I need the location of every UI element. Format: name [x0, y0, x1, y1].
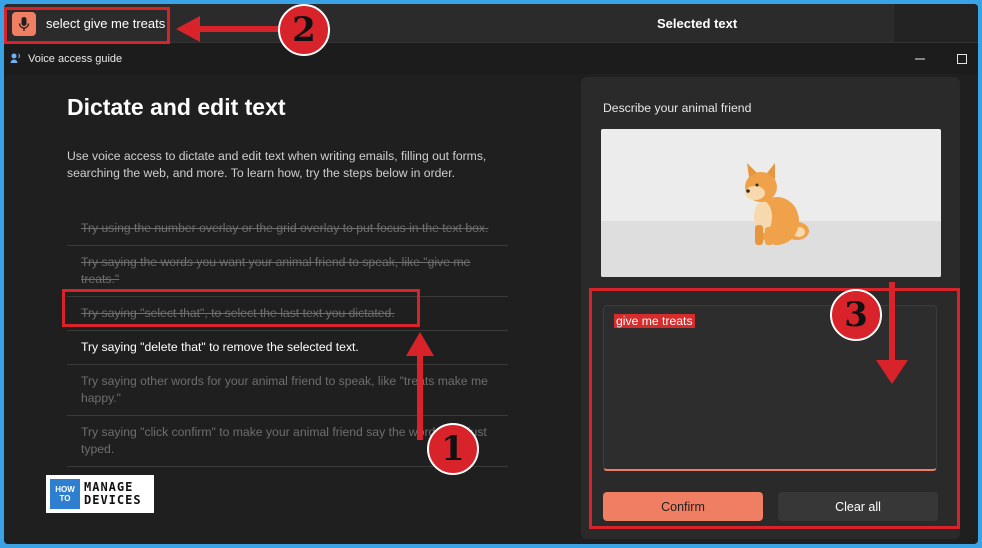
animal-picture — [601, 129, 941, 277]
voice-access-icon — [10, 53, 20, 63]
window-title: Voice access guide — [28, 53, 123, 65]
annotation-badge-1: 1 — [427, 423, 479, 475]
annotation-badge-3: 3 — [830, 289, 882, 341]
guide-content: Dictate and edit text Use voice access t… — [4, 74, 579, 544]
selected-text: give me treats — [614, 314, 695, 328]
clear-all-button[interactable]: Clear all — [778, 492, 938, 521]
step-item: Try saying other words for your animal f… — [67, 365, 508, 416]
maximize-button[interactable] — [954, 51, 970, 67]
shiba-dog-illustration — [745, 163, 809, 245]
logo-to: TO — [59, 494, 71, 503]
voice-status-title: Selected text — [657, 16, 738, 31]
confirm-button[interactable]: Confirm — [603, 492, 763, 521]
app-frame: select give me treats Selected text Voic… — [4, 4, 978, 544]
page-title: Dictate and edit text — [67, 94, 286, 120]
microphone-icon — [18, 17, 30, 31]
logo-devices: DEVICES — [84, 493, 142, 507]
step-item: Try saying "select that", to select the … — [67, 297, 508, 331]
voice-bar-right-area — [894, 4, 978, 42]
minimize-button[interactable] — [912, 51, 928, 67]
voice-command-text: select give me treats — [46, 16, 166, 31]
maximize-icon — [957, 54, 967, 64]
voice-access-bar: select give me treats Selected text — [4, 4, 978, 42]
minimize-icon — [915, 58, 925, 60]
practice-panel: Describe your animal friend give me trea… — [581, 77, 960, 539]
howto-manage-devices-logo: HOW TO MANAGE DEVICES — [46, 475, 154, 513]
window-title-bar: Voice access guide — [4, 42, 978, 74]
page-description: Use voice access to dictate and edit tex… — [67, 149, 487, 180]
prompt-label: Describe your animal friend — [603, 101, 752, 115]
annotation-badge-2: 2 — [278, 4, 330, 56]
step-item: Try using the number overlay or the grid… — [67, 212, 508, 246]
step-item: Try saying the words you want your anima… — [67, 246, 508, 297]
microphone-button[interactable] — [12, 12, 36, 36]
step-item-current: Try saying "delete that" to remove the s… — [67, 331, 508, 365]
animal-speech-text-box[interactable]: give me treats — [603, 305, 937, 471]
logo-words: MANAGE DEVICES — [84, 481, 142, 507]
logo-how: HOW — [55, 485, 75, 494]
logo-badge: HOW TO — [50, 479, 80, 509]
